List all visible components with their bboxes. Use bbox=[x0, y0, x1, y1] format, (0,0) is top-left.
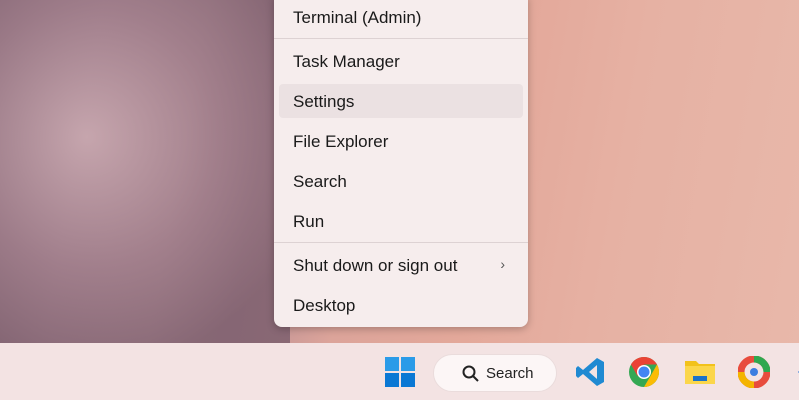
context-menu: Terminal (Admin) Task Manager Settings F… bbox=[274, 0, 528, 327]
menu-item-desktop[interactable]: Desktop bbox=[279, 288, 523, 322]
menu-item-terminal-admin[interactable]: Terminal (Admin) bbox=[279, 0, 523, 34]
menu-item-label: Shut down or sign out bbox=[293, 256, 458, 275]
search-icon bbox=[462, 365, 479, 382]
menu-item-settings[interactable]: Settings bbox=[279, 84, 523, 118]
windows-start-icon[interactable] bbox=[384, 356, 416, 388]
menu-item-run[interactable]: Run bbox=[279, 204, 523, 238]
menu-item-task-manager[interactable]: Task Manager bbox=[279, 44, 523, 78]
file-explorer-icon[interactable] bbox=[684, 356, 716, 388]
menu-item-file-explorer[interactable]: File Explorer bbox=[279, 124, 523, 158]
search-label: Search bbox=[486, 365, 534, 382]
copilot-app-icon[interactable] bbox=[738, 356, 770, 388]
taskbar-search-button[interactable]: Search bbox=[433, 354, 557, 392]
chrome-icon[interactable] bbox=[628, 356, 660, 388]
chevron-right-icon: › bbox=[500, 256, 505, 272]
vscode-icon[interactable] bbox=[574, 356, 606, 388]
app-icon[interactable] bbox=[790, 356, 799, 388]
wallpaper bbox=[0, 0, 290, 343]
taskbar: Search bbox=[0, 343, 799, 400]
divider bbox=[274, 242, 528, 243]
divider bbox=[274, 38, 528, 39]
menu-item-search[interactable]: Search bbox=[279, 164, 523, 198]
menu-item-shut-down[interactable]: Shut down or sign out › bbox=[279, 248, 523, 282]
